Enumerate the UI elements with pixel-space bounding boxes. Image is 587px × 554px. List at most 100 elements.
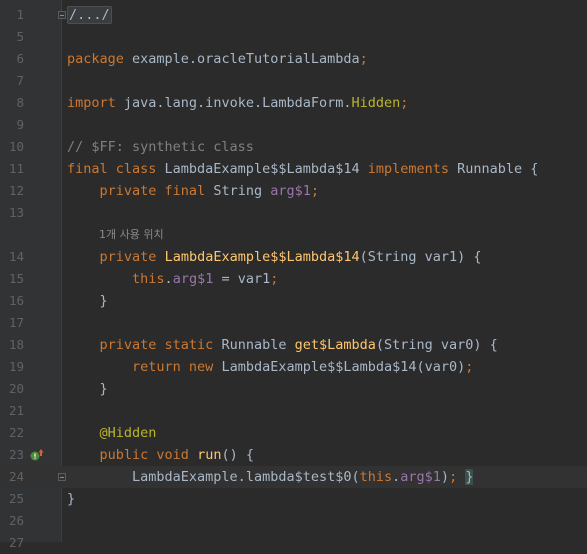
code-token: this xyxy=(359,469,393,485)
code-text[interactable]: // $FF: synthetic class xyxy=(67,136,254,158)
code-line[interactable]: 24 LambdaExample.lambda$test$0(this.arg$… xyxy=(0,466,587,488)
code-line[interactable]: 26 xyxy=(0,510,587,532)
code-line[interactable]: 21 xyxy=(0,400,587,422)
code-token: . xyxy=(164,271,173,287)
line-number[interactable]: 13 xyxy=(0,202,24,224)
code-line[interactable]: 8 import java.lang.invoke.LambdaForm.Hidd… xyxy=(0,92,587,114)
line-number[interactable]: 26 xyxy=(0,510,24,532)
line-number[interactable]: 16 xyxy=(0,290,24,312)
code-text[interactable]: final class LambdaExample$$Lambda$14 imp… xyxy=(67,158,538,180)
code-text[interactable]: } xyxy=(67,378,108,400)
line-number[interactable]: 15 xyxy=(0,268,24,290)
code-line[interactable]: 7 xyxy=(0,70,587,92)
code-text[interactable]: } xyxy=(67,488,75,510)
code-line[interactable]: 12 private final String arg$1; xyxy=(0,180,587,202)
code-text[interactable]: import java.lang.invoke.LambdaForm.Hidde… xyxy=(67,92,408,114)
code-token: private xyxy=(99,249,157,265)
code-line[interactable]: 10 // $FF: synthetic class xyxy=(0,136,587,158)
code-token: ; xyxy=(465,359,474,375)
code-line[interactable]: 25} xyxy=(0,488,587,510)
line-number[interactable]: 10 xyxy=(0,136,24,158)
code-text[interactable]: private static Runnable get$Lambda(Strin… xyxy=(67,334,498,356)
fold-toggle-icon[interactable] xyxy=(58,473,66,481)
code-token: Runnable xyxy=(213,337,295,353)
code-text[interactable]: this.arg$1 = var1; xyxy=(67,268,278,290)
code-token: java.lang.invoke.LambdaForm. xyxy=(115,95,352,111)
code-line[interactable]: 17 xyxy=(0,312,587,334)
line-number[interactable]: 14 xyxy=(0,246,24,268)
code-text[interactable]: /.../ xyxy=(67,4,112,26)
code-text[interactable]: package example.oracleTutorialLambda; xyxy=(67,48,368,70)
code-token: ; xyxy=(270,271,279,287)
code-text[interactable]: private LambdaExample$$Lambda$14(String … xyxy=(67,246,482,268)
line-number[interactable]: 23 xyxy=(0,444,24,466)
code-token: implements xyxy=(367,161,450,177)
code-line[interactable]: 9 xyxy=(0,114,587,136)
code-token: ( xyxy=(351,469,360,485)
code-line[interactable]: 27 xyxy=(0,532,587,554)
code-line[interactable]: 1 /.../ xyxy=(0,4,587,26)
code-text[interactable]: LambdaExample.lambda$test$0(this.arg$1);… xyxy=(67,466,474,488)
code-token: @Hidden xyxy=(99,425,157,441)
code-token: arg$1 xyxy=(172,271,214,287)
line-number[interactable]: 22 xyxy=(0,422,24,444)
code-line[interactable]: 13 xyxy=(0,202,587,224)
implements-method-icon[interactable] xyxy=(30,448,44,462)
code-token: this xyxy=(132,271,165,287)
line-number[interactable]: 18 xyxy=(0,334,24,356)
code-line[interactable]: 1개 사용 위치 xyxy=(0,224,587,246)
code-token: // $FF: synthetic class xyxy=(67,139,254,155)
line-number[interactable]: 12 xyxy=(0,180,24,202)
folded-imports[interactable]: /.../ xyxy=(67,6,112,24)
code-text[interactable]: } xyxy=(67,290,108,312)
code-token: Runnable { xyxy=(449,161,539,177)
code-line[interactable]: 22 @Hidden xyxy=(0,422,587,444)
code-line[interactable]: 23 public void run() { xyxy=(0,444,587,466)
code-token: Hidden xyxy=(351,95,401,111)
code-token: private static xyxy=(99,337,214,353)
code-line[interactable]: 15 this.arg$1 = var1; xyxy=(0,268,587,290)
fold-toggle-icon[interactable] xyxy=(58,11,66,19)
code-line[interactable]: 11 final class LambdaExample$$Lambda$14 i… xyxy=(0,158,587,180)
code-text[interactable]: public void run() { xyxy=(67,444,254,466)
code-token: String xyxy=(205,183,271,199)
line-number[interactable]: 17 xyxy=(0,312,24,334)
code-line[interactable]: 16 } xyxy=(0,290,587,312)
code-line[interactable]: 5 xyxy=(0,26,587,48)
code-token: } xyxy=(67,381,108,397)
line-number[interactable]: 6 xyxy=(0,48,24,70)
line-number[interactable]: 24 xyxy=(0,466,24,488)
line-number[interactable]: 1 xyxy=(0,4,24,26)
code-token: package xyxy=(67,51,124,67)
code-line[interactable]: 19 return new LambdaExample$$Lambda$14(v… xyxy=(0,356,587,378)
code-line[interactable]: 20 } xyxy=(0,378,587,400)
line-number[interactable]: 20 xyxy=(0,378,24,400)
line-number[interactable]: 7 xyxy=(0,70,24,92)
code-text[interactable]: return new LambdaExample$$Lambda$14(var0… xyxy=(67,356,473,378)
line-number[interactable]: 21 xyxy=(0,400,24,422)
line-number[interactable]: 5 xyxy=(0,26,24,48)
line-number[interactable]: 11 xyxy=(0,158,24,180)
usage-hint[interactable]: 1개 사용 위치 xyxy=(99,224,164,246)
line-number[interactable]: 8 xyxy=(0,92,24,114)
code-line[interactable]: 6 package example.oracleTutorialLambda; xyxy=(0,48,587,70)
line-number[interactable]: 9 xyxy=(0,114,24,136)
code-token: final class xyxy=(67,161,157,177)
code-token: get$Lambda xyxy=(294,337,376,353)
line-number[interactable]: 27 xyxy=(0,532,24,554)
line-number[interactable]: 25 xyxy=(0,488,24,510)
code-token: LambdaExample$$Lambda$14(var0) xyxy=(213,359,466,375)
code-text[interactable]: private final String arg$1; xyxy=(67,180,319,202)
code-text[interactable]: @Hidden xyxy=(67,422,157,444)
code-line[interactable]: 18 private static Runnable get$Lambda(St… xyxy=(0,334,587,356)
code-line[interactable]: 14 private LambdaExample$$Lambda$14(Stri… xyxy=(0,246,587,268)
code-editor[interactable]: 1 /.../ 5 6 package example.oracleTutorialLa… xyxy=(0,0,587,550)
code-token: arg$1 xyxy=(400,469,441,485)
code-token: run xyxy=(197,447,222,463)
line-number[interactable]: 19 xyxy=(0,356,24,378)
